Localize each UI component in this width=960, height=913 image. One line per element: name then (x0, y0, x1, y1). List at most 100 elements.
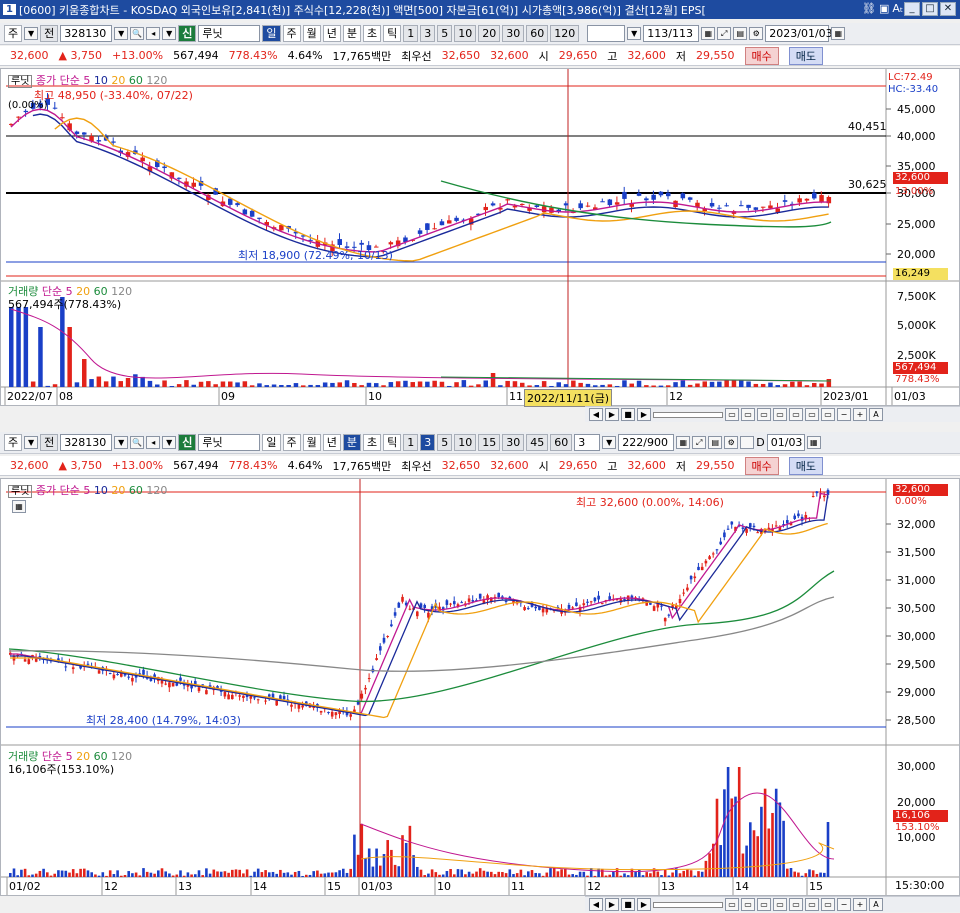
bottom-scroll-left-icon[interactable]: ◀ (589, 898, 603, 911)
top-zoom-g-icon[interactable]: ▭ (821, 408, 835, 421)
top-interval-30[interactable]: 30 (502, 25, 525, 42)
bottom-mode-arrow-icon[interactable]: ▼ (24, 436, 39, 449)
bottom-stop-icon[interactable]: ■ (621, 898, 635, 911)
top-chart-svg[interactable]: 45,00040,00035,00030,00025,00020,0007,50… (1, 69, 959, 405)
close-button[interactable]: ✕ (940, 2, 956, 16)
bottom-interval-45[interactable]: 45 (526, 434, 549, 451)
bottom-period-minute[interactable]: 분 (342, 434, 361, 451)
bottom-code-input[interactable]: 328130 (60, 434, 113, 451)
bottom-zoom-e-icon[interactable]: ▭ (789, 898, 803, 911)
bottom-date-field[interactable]: 01/03 (766, 434, 805, 451)
bottom-zoom-g-icon[interactable]: ▭ (821, 898, 835, 911)
bottom-chart-svg[interactable]: 32,000 31,500 31,000 30,500 30,000 29,500 29,0… (1, 479, 959, 895)
top-interval-20[interactable]: 20 (478, 25, 501, 42)
bottom-name-field[interactable]: 루닛 (198, 434, 261, 451)
top-count-field[interactable]: 113/113 (643, 25, 700, 42)
top-interval-input[interactable] (587, 25, 626, 42)
top-mode-select[interactable]: 주 (4, 25, 23, 42)
bottom-interval-1[interactable]: 1 (403, 434, 419, 451)
lock-icon[interactable]: ▣ (879, 2, 889, 15)
bottom-sound-icon[interactable]: ◂ (146, 436, 161, 449)
top-zoom-slider[interactable] (653, 411, 723, 418)
bottom-zoom-slider[interactable] (653, 901, 723, 908)
bottom-settings-icon[interactable]: ⚙ (724, 436, 739, 449)
top-font-icon[interactable]: A (869, 408, 883, 421)
bottom-interval-3[interactable]: 3 (420, 434, 436, 451)
link-icon[interactable]: ⛓ (862, 2, 876, 15)
top-period-month[interactable]: 월 (302, 25, 321, 42)
top-chart-area[interactable]: 45,000 40,000 35,000 30,000 25,000 20,000 7,50… (0, 68, 960, 406)
top-interval-10[interactable]: 10 (454, 25, 477, 42)
top-zoom-a-icon[interactable]: ▭ (725, 408, 739, 421)
bottom-interval-5[interactable]: 5 (437, 434, 453, 451)
minimize-button[interactable]: _ (904, 2, 920, 16)
bottom-zoom-f-icon[interactable]: ▭ (805, 898, 819, 911)
top-stop-icon[interactable]: ■ (621, 408, 635, 421)
bottom-date-checkbox[interactable] (740, 436, 755, 449)
bottom-period-year[interactable]: 년 (322, 434, 341, 451)
font-icon[interactable]: Aₜ (892, 2, 903, 15)
top-zoom-f-icon[interactable]: ▭ (805, 408, 819, 421)
top-period-year[interactable]: 년 (322, 25, 341, 42)
bottom-code-dropdown-icon[interactable]: ▼ (114, 436, 129, 449)
top-scroll-left-icon[interactable]: ◀ (589, 408, 603, 421)
bottom-mode-select[interactable]: 주 (4, 434, 23, 451)
top-code-dropdown-icon[interactable]: ▼ (114, 27, 129, 40)
bottom-table-icon[interactable]: ▦ (12, 500, 26, 513)
bottom-interval-15[interactable]: 15 (478, 434, 501, 451)
bottom-play-icon[interactable]: ▶ (637, 898, 651, 911)
top-calendar-icon[interactable]: ▦ (831, 27, 846, 40)
top-interval-3[interactable]: 3 (420, 25, 436, 42)
bottom-search-icon[interactable]: 🔍 (130, 436, 145, 449)
top-fit-icon[interactable]: ⤢ (717, 27, 732, 40)
bottom-period-tick[interactable]: 틱 (383, 434, 402, 451)
top-prev-button[interactable]: 전 (40, 25, 59, 42)
top-date-field[interactable]: 2023/01/03 (765, 25, 833, 42)
top-scroll-right-icon[interactable]: ▶ (605, 408, 619, 421)
bottom-zoom-a-icon[interactable]: ▭ (725, 898, 739, 911)
top-zoom-b-icon[interactable]: ▭ (741, 408, 755, 421)
top-buy-button[interactable]: 매수 (744, 46, 779, 65)
top-zoom-d-icon[interactable]: ▭ (773, 408, 787, 421)
bottom-chart-area[interactable]: 32,000 31,500 31,000 30,500 30,000 29,500 29,0… (0, 478, 960, 896)
bottom-zoom-d-icon[interactable]: ▭ (773, 898, 787, 911)
top-zoom-in-icon[interactable]: + (853, 408, 867, 421)
top-period-day[interactable]: 일 (262, 25, 281, 42)
bottom-period-month[interactable]: 월 (302, 434, 321, 451)
bottom-sell-button[interactable]: 매도 (788, 456, 824, 475)
top-settings-icon[interactable]: ⚙ (749, 27, 764, 40)
top-interval-dropdown-icon[interactable]: ▼ (627, 27, 642, 40)
top-interval-5[interactable]: 5 (437, 25, 453, 42)
top-interval-60[interactable]: 60 (526, 25, 549, 42)
bottom-zoom-b-icon[interactable]: ▭ (741, 898, 755, 911)
bottom-interval-10[interactable]: 10 (454, 434, 477, 451)
top-interval-120[interactable]: 120 (550, 25, 580, 42)
bottom-prev-button[interactable]: 전 (40, 434, 59, 451)
top-code-input[interactable]: 328130 (60, 25, 113, 42)
bottom-interval-dropdown-icon[interactable]: ▼ (602, 436, 617, 449)
top-name-field[interactable]: 루닛 (198, 25, 261, 42)
bottom-zoom-in-icon[interactable]: + (853, 898, 867, 911)
top-period-minute[interactable]: 분 (342, 25, 361, 42)
bottom-fit-icon[interactable]: ⤢ (692, 436, 707, 449)
bottom-save-icon[interactable]: ▤ (708, 436, 723, 449)
top-zoom-c-icon[interactable]: ▭ (757, 408, 771, 421)
top-sound-icon[interactable]: ◂ (146, 27, 161, 40)
top-sell-button[interactable]: 매도 (788, 46, 824, 65)
top-search-icon[interactable]: 🔍 (130, 27, 145, 40)
bottom-period-day[interactable]: 일 (262, 434, 281, 451)
bottom-interval-60[interactable]: 60 (550, 434, 573, 451)
top-grid-icon[interactable]: ▦ (701, 27, 716, 40)
top-period-second[interactable]: 초 (363, 25, 382, 42)
top-period-week[interactable]: 주 (282, 25, 301, 42)
bottom-interval-input[interactable]: 3 (574, 434, 601, 451)
top-zoom-e-icon[interactable]: ▭ (789, 408, 803, 421)
bottom-zoom-out-icon[interactable]: − (837, 898, 851, 911)
bottom-font-icon[interactable]: A (869, 898, 883, 911)
top-period-tick[interactable]: 틱 (383, 25, 402, 42)
bottom-sound-dropdown-icon[interactable]: ▼ (162, 436, 177, 449)
top-zoom-out-icon[interactable]: − (837, 408, 851, 421)
bottom-interval-30[interactable]: 30 (502, 434, 525, 451)
bottom-zoom-c-icon[interactable]: ▭ (757, 898, 771, 911)
top-mode-arrow-icon[interactable]: ▼ (24, 27, 39, 40)
